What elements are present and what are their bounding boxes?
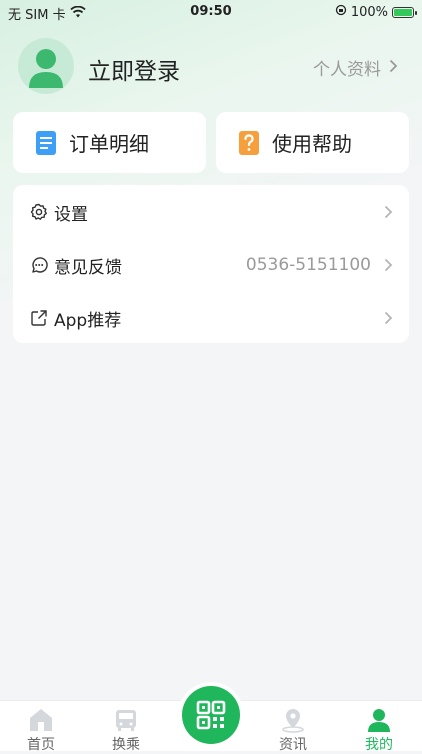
order-details-card[interactable]: 订单明细 (13, 112, 206, 173)
menu-item-settings[interactable]: 设置 (13, 186, 409, 238)
chevron-right-icon (384, 257, 393, 276)
battery-icon (392, 6, 417, 18)
qr-code-icon (182, 700, 240, 748)
feedback-icon (30, 256, 48, 274)
menu-item-app-recommend[interactable]: App推荐 (13, 292, 409, 344)
avatar[interactable] (18, 38, 74, 94)
settings-menu: 设置 意见反馈 0536-5151100 App推荐 (13, 185, 409, 343)
avatar-user-icon (29, 49, 63, 88)
bus-icon (113, 707, 139, 733)
news-icon (280, 707, 306, 733)
tab-mine-label: 我的 (365, 737, 393, 753)
profile-link-label: 个人资料 (313, 60, 381, 80)
tab-home-label: 首页 (27, 737, 55, 753)
feedback-phone-number: 0536-5151100 (245, 255, 371, 275)
scan-qr-button[interactable] (182, 686, 240, 744)
menu-item-feedback-label: 意见反馈 (54, 257, 122, 278)
tab-mine[interactable]: 我的 (344, 701, 414, 753)
order-details-label: 订单明细 (69, 132, 149, 156)
gear-icon (30, 203, 48, 221)
chevron-right-icon (389, 58, 398, 78)
tab-transfer-label: 换乘 (112, 737, 140, 753)
help-icon (238, 130, 260, 156)
document-icon (35, 130, 57, 156)
status-bar: 无 SIM 卡 09:50 100% (0, 0, 422, 24)
orientation-lock-icon (335, 4, 347, 20)
chevron-right-icon (384, 204, 393, 223)
chevron-right-icon (384, 310, 393, 329)
share-icon (30, 309, 48, 327)
profile-link[interactable]: 个人资料 (313, 55, 398, 80)
home-icon (28, 707, 54, 733)
tab-news[interactable]: 资讯 (258, 701, 328, 753)
battery-percent: 100% (350, 4, 388, 20)
usage-help-card[interactable]: 使用帮助 (216, 112, 409, 173)
menu-item-settings-label: 设置 (54, 204, 88, 225)
profile-header[interactable]: 立即登录 个人资料 (18, 38, 408, 98)
menu-item-feedback[interactable]: 意见反馈 0536-5151100 (13, 239, 409, 291)
tab-news-label: 资讯 (279, 737, 307, 753)
user-icon (366, 707, 392, 733)
usage-help-label: 使用帮助 (272, 132, 352, 156)
tab-transfer[interactable]: 换乘 (91, 701, 161, 753)
login-button[interactable]: 立即登录 (88, 52, 180, 86)
tab-home[interactable]: 首页 (6, 701, 76, 753)
menu-item-app-recommend-label: App推荐 (54, 310, 122, 331)
